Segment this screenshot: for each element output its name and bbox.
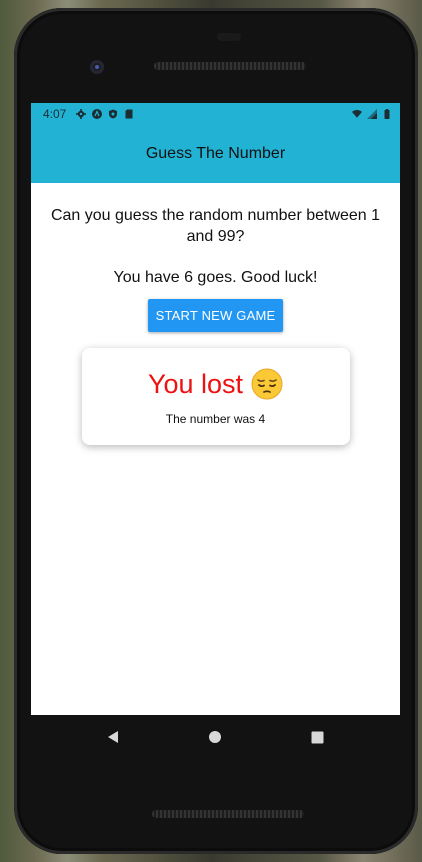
bottom-speaker [152,810,304,818]
status-icons-left [76,109,134,119]
sensor [217,33,241,41]
result-card: You lost The number was 4 [81,348,350,445]
signal-icon [367,109,377,119]
status-icons-right [352,109,392,119]
recents-icon[interactable] [309,729,325,745]
main-content: Can you guess the random number between … [31,183,400,445]
front-camera [90,60,104,74]
status-bar: 4:07 [31,103,400,125]
app-screen: 4:07 Guess The Number Can you guess the … [31,103,400,715]
back-icon[interactable] [105,729,121,745]
start-new-game-button[interactable]: START NEW GAME [147,299,284,332]
result-title: You lost [147,368,244,399]
status-time: 4:07 [43,107,67,121]
result-message: The number was 4 [165,412,266,426]
sdcard-icon [125,109,133,119]
goes-text: You have 6 goes. Good luck! [113,269,318,286]
app-title: Guess The Number [145,145,286,162]
gear-icon [76,109,87,119]
result-heading: You lost [148,368,283,400]
top-speaker [154,62,306,70]
android-nav-bar [31,715,400,759]
home-icon[interactable] [207,729,223,745]
pensive-face-icon [251,368,283,400]
shield-icon [109,109,118,119]
wifi-icon [352,110,362,118]
battery-icon [384,109,390,119]
app-bar: Guess The Number [31,125,400,183]
android-icon [92,109,103,119]
question-text: Can you guess the random number between … [50,207,381,245]
